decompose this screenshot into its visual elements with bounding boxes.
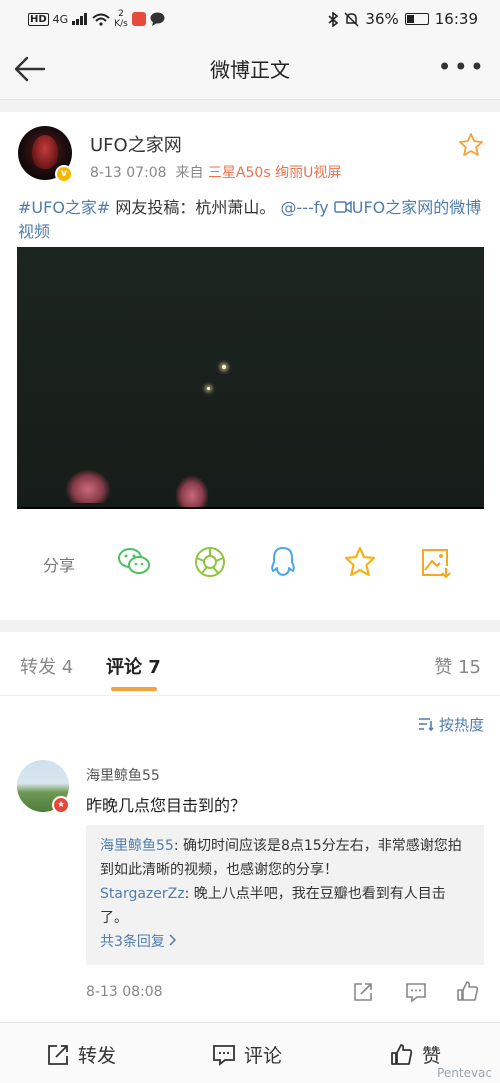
status-left: HD 4G 2 K/s <box>28 9 165 29</box>
repost-icon <box>48 1044 68 1065</box>
wechat-icon[interactable] <box>116 544 152 580</box>
status-bar: HD 4G 2 K/s 36% 16:39 <box>0 0 500 38</box>
tab-repost[interactable]: 转发 4 <box>20 653 73 679</box>
member-badge-icon: ★ <box>52 796 70 814</box>
bluetooth-icon <box>328 11 339 27</box>
page-title: 微博正文 <box>210 58 290 82</box>
net-speed: 2 K/s <box>114 9 128 29</box>
alien-logo-icon <box>32 135 58 169</box>
post-time: 8-13 07:08 <box>90 165 167 181</box>
qq-icon[interactable] <box>265 544 301 580</box>
reply-2: StargazerZz: 晚上八点半吧，我在豆瓣也看到有人目击了。 <box>100 882 470 930</box>
reply-1: 海里鲸鱼55: 确切时间应该是8点15分左右，非常感谢您拍到如此清晰的视频，也感… <box>100 834 470 882</box>
message-icon <box>150 12 165 26</box>
favorite-star-icon[interactable] <box>458 132 484 158</box>
hashtag-link[interactable]: #UFO之家# <box>18 198 110 217</box>
more-replies-link[interactable]: 共3条回复 <box>100 930 470 954</box>
moments-icon[interactable] <box>192 544 228 580</box>
nav-bar: 微博正文 ••• <box>0 38 500 100</box>
sort-by-hot-button[interactable]: 按热度 <box>418 714 484 735</box>
comment-text: 昨晚几点您目击到的？ <box>86 796 247 815</box>
star-share-icon[interactable] <box>342 544 378 580</box>
tab-like[interactable]: 赞 15 <box>434 653 481 679</box>
watermark: Pentevac <box>437 1066 492 1080</box>
reply-author[interactable]: 海里鲸鱼55 <box>100 838 174 854</box>
sort-icon <box>419 718 434 732</box>
commenter-name[interactable]: 海里鲸鱼55 <box>86 765 160 785</box>
signal-icon <box>72 13 88 25</box>
like-button[interactable]: 赞 <box>390 1041 441 1068</box>
flower-right <box>175 475 209 507</box>
save-image-icon[interactable] <box>417 544 453 580</box>
thumbs-up-icon <box>391 1043 413 1065</box>
hd-badge: HD <box>28 12 49 26</box>
source-prefix: 来自 <box>175 165 204 181</box>
comment-button[interactable]: 评论 <box>212 1041 282 1068</box>
light-object-2 <box>207 387 210 390</box>
battery-icon <box>404 13 429 25</box>
bottom-action-bar: 转发 评论 赞 Pentevac <box>0 1022 500 1083</box>
comment-like-icon[interactable] <box>456 980 480 1004</box>
share-row: 分享 <box>0 540 500 584</box>
clock: 16:39 <box>434 10 478 28</box>
chevron-right-icon <box>169 934 177 946</box>
author-name[interactable]: UFO之家网 <box>90 131 182 157</box>
video-camera-icon <box>334 200 352 214</box>
mention-link[interactable]: @---fy <box>281 198 329 217</box>
post-text: 网友投稿：杭州萧山。 <box>110 198 276 217</box>
repost-button[interactable]: 转发 <box>46 1041 116 1068</box>
post-card: v UFO之家网 8-13 07:08 来自 三星A50s 绚丽U视屏 #UFO… <box>0 112 500 620</box>
wifi-icon <box>92 13 110 26</box>
post-meta: 8-13 07:08 来自 三星A50s 绚丽U视屏 <box>90 162 341 182</box>
tab-comment[interactable]: 评论 7 <box>106 653 161 679</box>
network-gen: 4G <box>52 12 69 26</box>
comment-list: 按热度 ★ 海里鲸鱼55 昨晚几点您目击到的？ 海里鲸鱼55: 确切时间应该是8… <box>0 696 500 1022</box>
status-right: 36% 16:39 <box>328 10 478 28</box>
comment-repost-icon[interactable] <box>351 980 375 1004</box>
battery-percent: 36% <box>365 10 399 28</box>
app-notification-icon <box>131 12 146 26</box>
reply-box[interactable]: 海里鲸鱼55: 确切时间应该是8点15分左右，非常感谢您拍到如此清晰的视频，也感… <box>86 825 484 965</box>
flower-left <box>65 469 111 503</box>
comment-reply-icon[interactable] <box>404 980 428 1004</box>
active-tab-indicator <box>111 687 157 691</box>
video-player[interactable] <box>17 247 484 509</box>
share-label: 分享 <box>43 556 76 575</box>
comment-icon <box>213 1044 235 1066</box>
more-options-button[interactable]: ••• <box>438 55 486 79</box>
post-source[interactable]: 三星A50s 绚丽U视屏 <box>208 165 341 181</box>
post-body: #UFO之家# 网友投稿：杭州萧山。 @---fy UFO之家网的微博视频 <box>18 196 486 244</box>
verified-badge-icon: v <box>55 165 73 183</box>
back-arrow-icon[interactable] <box>12 52 48 86</box>
light-object-1 <box>222 365 226 369</box>
interaction-tabs: 转发 4 评论 7 赞 15 <box>0 632 500 696</box>
reply-author[interactable]: StargazerZz <box>100 886 185 902</box>
comment-time: 8-13 08:08 <box>86 984 163 1000</box>
mute-icon <box>344 11 359 27</box>
